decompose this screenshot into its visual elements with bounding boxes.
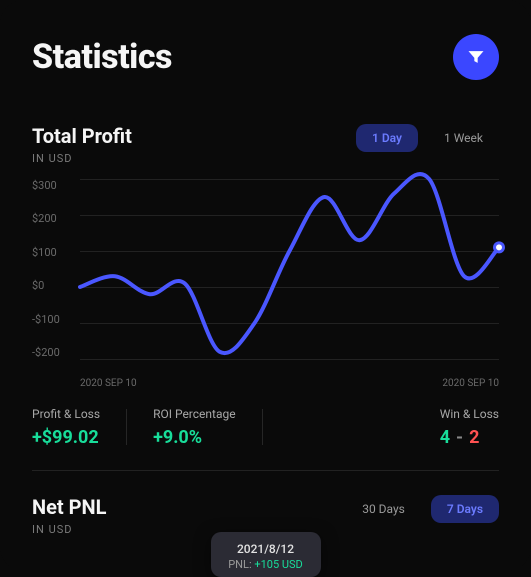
chart-plot xyxy=(80,179,499,359)
stat-wl-label: Win & Loss xyxy=(440,407,499,421)
total-profit-section: Total Profit IN USD 1 Day 1 Week $300 $20… xyxy=(32,124,499,471)
chart-tooltip: 2021/8/12 PNL: +105 USD xyxy=(211,532,321,577)
total-profit-subtitle: IN USD xyxy=(32,152,132,165)
stat-win-loss: Win & Loss 4 - 2 xyxy=(440,407,499,448)
net-pnl-title: Net PNL xyxy=(32,495,106,519)
total-profit-title: Total Profit xyxy=(32,124,132,148)
filter-button[interactable] xyxy=(453,34,499,80)
timeframe-tabs: 1 Day 1 Week xyxy=(356,124,499,152)
stat-roi-label: ROI Percentage xyxy=(153,407,236,421)
y-tick-label: $200 xyxy=(32,212,60,225)
y-tick-label: $300 xyxy=(32,179,60,192)
stat-roi-value: +9.0% xyxy=(153,427,236,448)
tooltip-value: +105 USD xyxy=(254,558,302,571)
wl-dash: - xyxy=(456,427,463,448)
net-pnl-section: Net PNL IN USD 30 Days 7 Days xyxy=(32,495,499,536)
stat-profit-loss: Profit & Loss +$99.02 xyxy=(32,407,100,448)
section-header: Net PNL IN USD 30 Days 7 Days xyxy=(32,495,499,536)
x-label-start: 2020 SEP 10 xyxy=(80,378,137,389)
stat-wl-value: 4 - 2 xyxy=(440,427,499,448)
chart-y-axis: $300 $200 $100 $0 -$100 -$200 xyxy=(32,179,60,359)
header: Statistics xyxy=(32,34,499,80)
section-header: Total Profit IN USD 1 Day 1 Week xyxy=(32,124,499,165)
y-tick-label: $100 xyxy=(32,246,60,259)
loss-count: 2 xyxy=(469,427,479,448)
tab-7days[interactable]: 7 Days xyxy=(431,495,499,523)
stat-pl-value: +$99.02 xyxy=(32,427,100,448)
stat-roi: ROI Percentage +9.0% xyxy=(153,407,236,448)
profit-chart: $300 $200 $100 $0 -$100 -$200 2020 SEP 10 202… xyxy=(32,179,499,389)
tab-1day[interactable]: 1 Day xyxy=(356,124,418,152)
net-pnl-subtitle: IN USD xyxy=(32,523,106,536)
tab-30days[interactable]: 30 Days xyxy=(346,495,421,523)
tooltip-label: PNL: xyxy=(228,558,251,571)
page-title: Statistics xyxy=(32,37,172,77)
tab-1week[interactable]: 1 Week xyxy=(428,124,499,152)
stats-row: Profit & Loss +$99.02 ROI Percentage +9.… xyxy=(32,407,499,471)
filter-icon xyxy=(466,47,486,67)
win-count: 4 xyxy=(440,427,450,448)
chart-x-axis: 2020 SEP 10 2020 SEP 10 xyxy=(80,378,499,389)
tooltip-pnl: PNL: +105 USD xyxy=(227,558,305,571)
stat-pl-label: Profit & Loss xyxy=(32,407,100,421)
y-tick-label: -$200 xyxy=(32,346,60,359)
tooltip-date: 2021/8/12 xyxy=(227,542,305,556)
timeframe-tabs: 30 Days 7 Days xyxy=(346,495,499,523)
statistics-screen: Statistics Total Profit IN USD 1 Day 1 W… xyxy=(0,0,531,571)
x-label-end: 2020 SEP 10 xyxy=(442,378,499,389)
divider xyxy=(126,409,127,445)
divider xyxy=(262,409,263,445)
y-tick-label: $0 xyxy=(32,279,60,292)
y-tick-label: -$100 xyxy=(32,313,60,326)
